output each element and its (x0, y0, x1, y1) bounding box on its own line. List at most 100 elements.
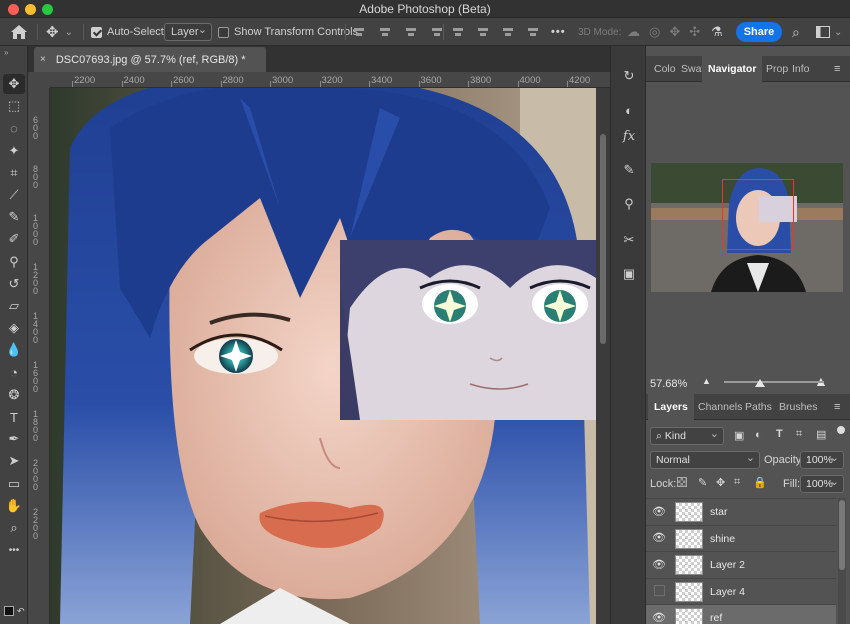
filter-pixel-icon[interactable]: ▣ (734, 429, 744, 442)
align-bottom-icon[interactable] (502, 26, 514, 38)
paint-bucket-tool-icon[interactable]: ◈ (3, 318, 25, 338)
search-icon[interactable]: ⌕ (792, 18, 800, 46)
brush-settings-panel-icon[interactable]: ✎ (618, 160, 640, 180)
zoom-slider-track[interactable] (724, 381, 824, 383)
layer-name[interactable]: star (710, 506, 728, 518)
layer-name[interactable]: ref (710, 612, 722, 624)
hand-tool-icon[interactable]: ✋ (3, 496, 25, 516)
lasso-tool-icon[interactable]: ◌ (3, 118, 25, 138)
auto-select-target-dropdown[interactable]: Layer (164, 23, 212, 41)
layer-thumbnail[interactable] (675, 608, 703, 624)
filter-smart-object-icon[interactable]: ▤ (816, 428, 826, 441)
tab-navigator[interactable]: Navigator (702, 56, 763, 82)
document-tab[interactable]: × DSC07693.jpg @ 57.7% (ref, RGB/8) * (34, 47, 266, 72)
lock-all-icon[interactable]: 🔒 (753, 476, 767, 489)
filter-adjustment-icon[interactable]: ◐ (755, 429, 762, 441)
tab-prop[interactable]: Prop (766, 56, 788, 82)
layer-row[interactable]: 👁 shine (646, 524, 836, 551)
healing-brush-tool-icon[interactable]: ✎ (3, 207, 25, 227)
layer-filter-kind-dropdown[interactable]: ⌕ Kind (650, 427, 724, 445)
tab-layers[interactable]: Layers (648, 394, 694, 420)
lock-artboard-icon[interactable]: ⌗ (734, 476, 740, 489)
canvas-vertical-scrollbar[interactable] (596, 88, 610, 624)
align-horizontal-center-icon[interactable] (379, 26, 391, 38)
zoom-out-icon[interactable]: ▲ (702, 376, 711, 386)
horizontal-ruler[interactable]: 2200 2400 2600 2800 3000 3200 3400 3600 3800 4000… (50, 72, 610, 88)
tab-brushes[interactable]: Brushes (779, 394, 818, 420)
tools-presets-panel-icon[interactable]: ✂ (618, 230, 640, 250)
layer-row[interactable]: 👁 Layer 2 (646, 551, 836, 577)
blend-mode-dropdown[interactable]: Normal (650, 451, 760, 469)
distribute-vertical-icon[interactable] (431, 26, 443, 38)
adjustments-panel-icon[interactable]: ◐ (618, 100, 640, 120)
layer-row[interactable]: 👁 ref (646, 604, 836, 624)
fill-field[interactable]: 100% (800, 475, 844, 493)
libraries-panel-icon[interactable]: ▣ (618, 264, 640, 284)
visibility-eye-icon[interactable] (653, 585, 665, 597)
vertical-ruler[interactable]: 600 800 1000 1200 1400 1600 1800 2000 2200 (28, 88, 50, 624)
layers-panel-menu-icon[interactable]: ≡ (834, 401, 840, 413)
ruler-origin[interactable] (28, 72, 50, 88)
crop-tool-icon[interactable]: ⌗ (3, 163, 25, 183)
share-button[interactable]: Share (736, 22, 782, 42)
layer-thumbnail[interactable] (675, 555, 703, 575)
magic-wand-tool-icon[interactable]: ✦ (3, 141, 25, 161)
tab-info[interactable]: Info (792, 56, 810, 82)
layer-row[interactable]: 👁 star (646, 498, 836, 524)
pen-tool-icon[interactable]: ✒ (3, 429, 25, 449)
filter-type-icon[interactable]: T (776, 428, 783, 440)
layer-name[interactable]: shine (710, 533, 735, 545)
opacity-field[interactable]: 100% (800, 451, 844, 469)
beaker-icon[interactable]: ⚗ (711, 18, 723, 46)
lock-transparent-pixels-icon[interactable] (677, 477, 687, 487)
tab-colo[interactable]: Colo (654, 56, 676, 82)
visibility-eye-icon[interactable]: 👁 (652, 611, 666, 624)
align-vertical-center-icon[interactable] (477, 26, 489, 38)
more-options-button[interactable]: ••• (551, 18, 566, 46)
sponge-tool-icon[interactable]: ❂ (3, 385, 25, 405)
visibility-eye-icon[interactable]: 👁 (652, 505, 666, 518)
zoom-level[interactable]: 57.68% (650, 378, 687, 390)
swap-colors-icon[interactable]: ↶ (17, 606, 25, 617)
layer-thumbnail[interactable] (675, 581, 703, 602)
auto-select-checkbox[interactable] (91, 26, 102, 38)
align-top-icon[interactable] (452, 26, 464, 38)
zoom-slider-knob[interactable] (755, 379, 765, 387)
navigator-thumbnail[interactable] (651, 163, 843, 292)
path-selection-tool-icon[interactable]: ➤ (3, 451, 25, 471)
tab-paths[interactable]: Paths (745, 394, 772, 420)
layer-thumbnail[interactable] (675, 502, 703, 522)
tools-collapse-icon[interactable]: » (4, 48, 8, 57)
clone-stamp-tool-icon[interactable]: ⚲ (3, 252, 25, 272)
history-panel-icon[interactable]: ↻ (618, 66, 640, 86)
layer-thumbnail[interactable] (675, 528, 703, 549)
layer-name[interactable]: Layer 2 (710, 559, 745, 571)
move-tool-preset-picker[interactable]: ✥ ⌄ (46, 18, 73, 46)
visibility-eye-icon[interactable]: 👁 (652, 532, 666, 544)
align-left-icon[interactable] (353, 26, 365, 38)
styles-panel-icon[interactable]: fx (618, 126, 640, 146)
3d-roll-icon[interactable]: ◎ (649, 24, 660, 40)
move-tool-icon[interactable]: ✥ (3, 74, 25, 94)
clone-source-panel-icon[interactable]: ⚲ (618, 194, 640, 214)
3d-orbit-icon[interactable]: ☁ (627, 24, 640, 40)
layer-row[interactable]: Layer 4 (646, 577, 836, 604)
zoom-tool-icon[interactable]: ⌕ (3, 518, 25, 538)
dodge-tool-icon[interactable]: ◔ (3, 363, 25, 383)
home-button[interactable] (10, 18, 28, 46)
close-document-icon[interactable]: × (40, 54, 46, 65)
more-tools-icon[interactable]: ••• (3, 540, 25, 560)
layer-name[interactable]: Layer 4 (710, 586, 745, 598)
distribute-horizontal-icon[interactable] (527, 26, 539, 38)
panel-menu-icon[interactable]: ≡ (834, 63, 840, 75)
3d-pan-icon[interactable]: ✥ (669, 24, 680, 40)
document-canvas[interactable] (50, 88, 596, 624)
lock-image-pixels-icon[interactable]: ✎ (698, 476, 707, 489)
lock-position-icon[interactable]: ✥ (716, 476, 725, 489)
layers-scrollbar[interactable] (838, 498, 846, 624)
history-brush-tool-icon[interactable]: ↺ (3, 274, 25, 294)
filter-toggle-icon[interactable] (837, 426, 845, 434)
type-tool-icon[interactable]: T (3, 407, 25, 427)
tab-channels[interactable]: Channels (698, 394, 742, 420)
rectangle-tool-icon[interactable]: ▭ (3, 474, 25, 494)
